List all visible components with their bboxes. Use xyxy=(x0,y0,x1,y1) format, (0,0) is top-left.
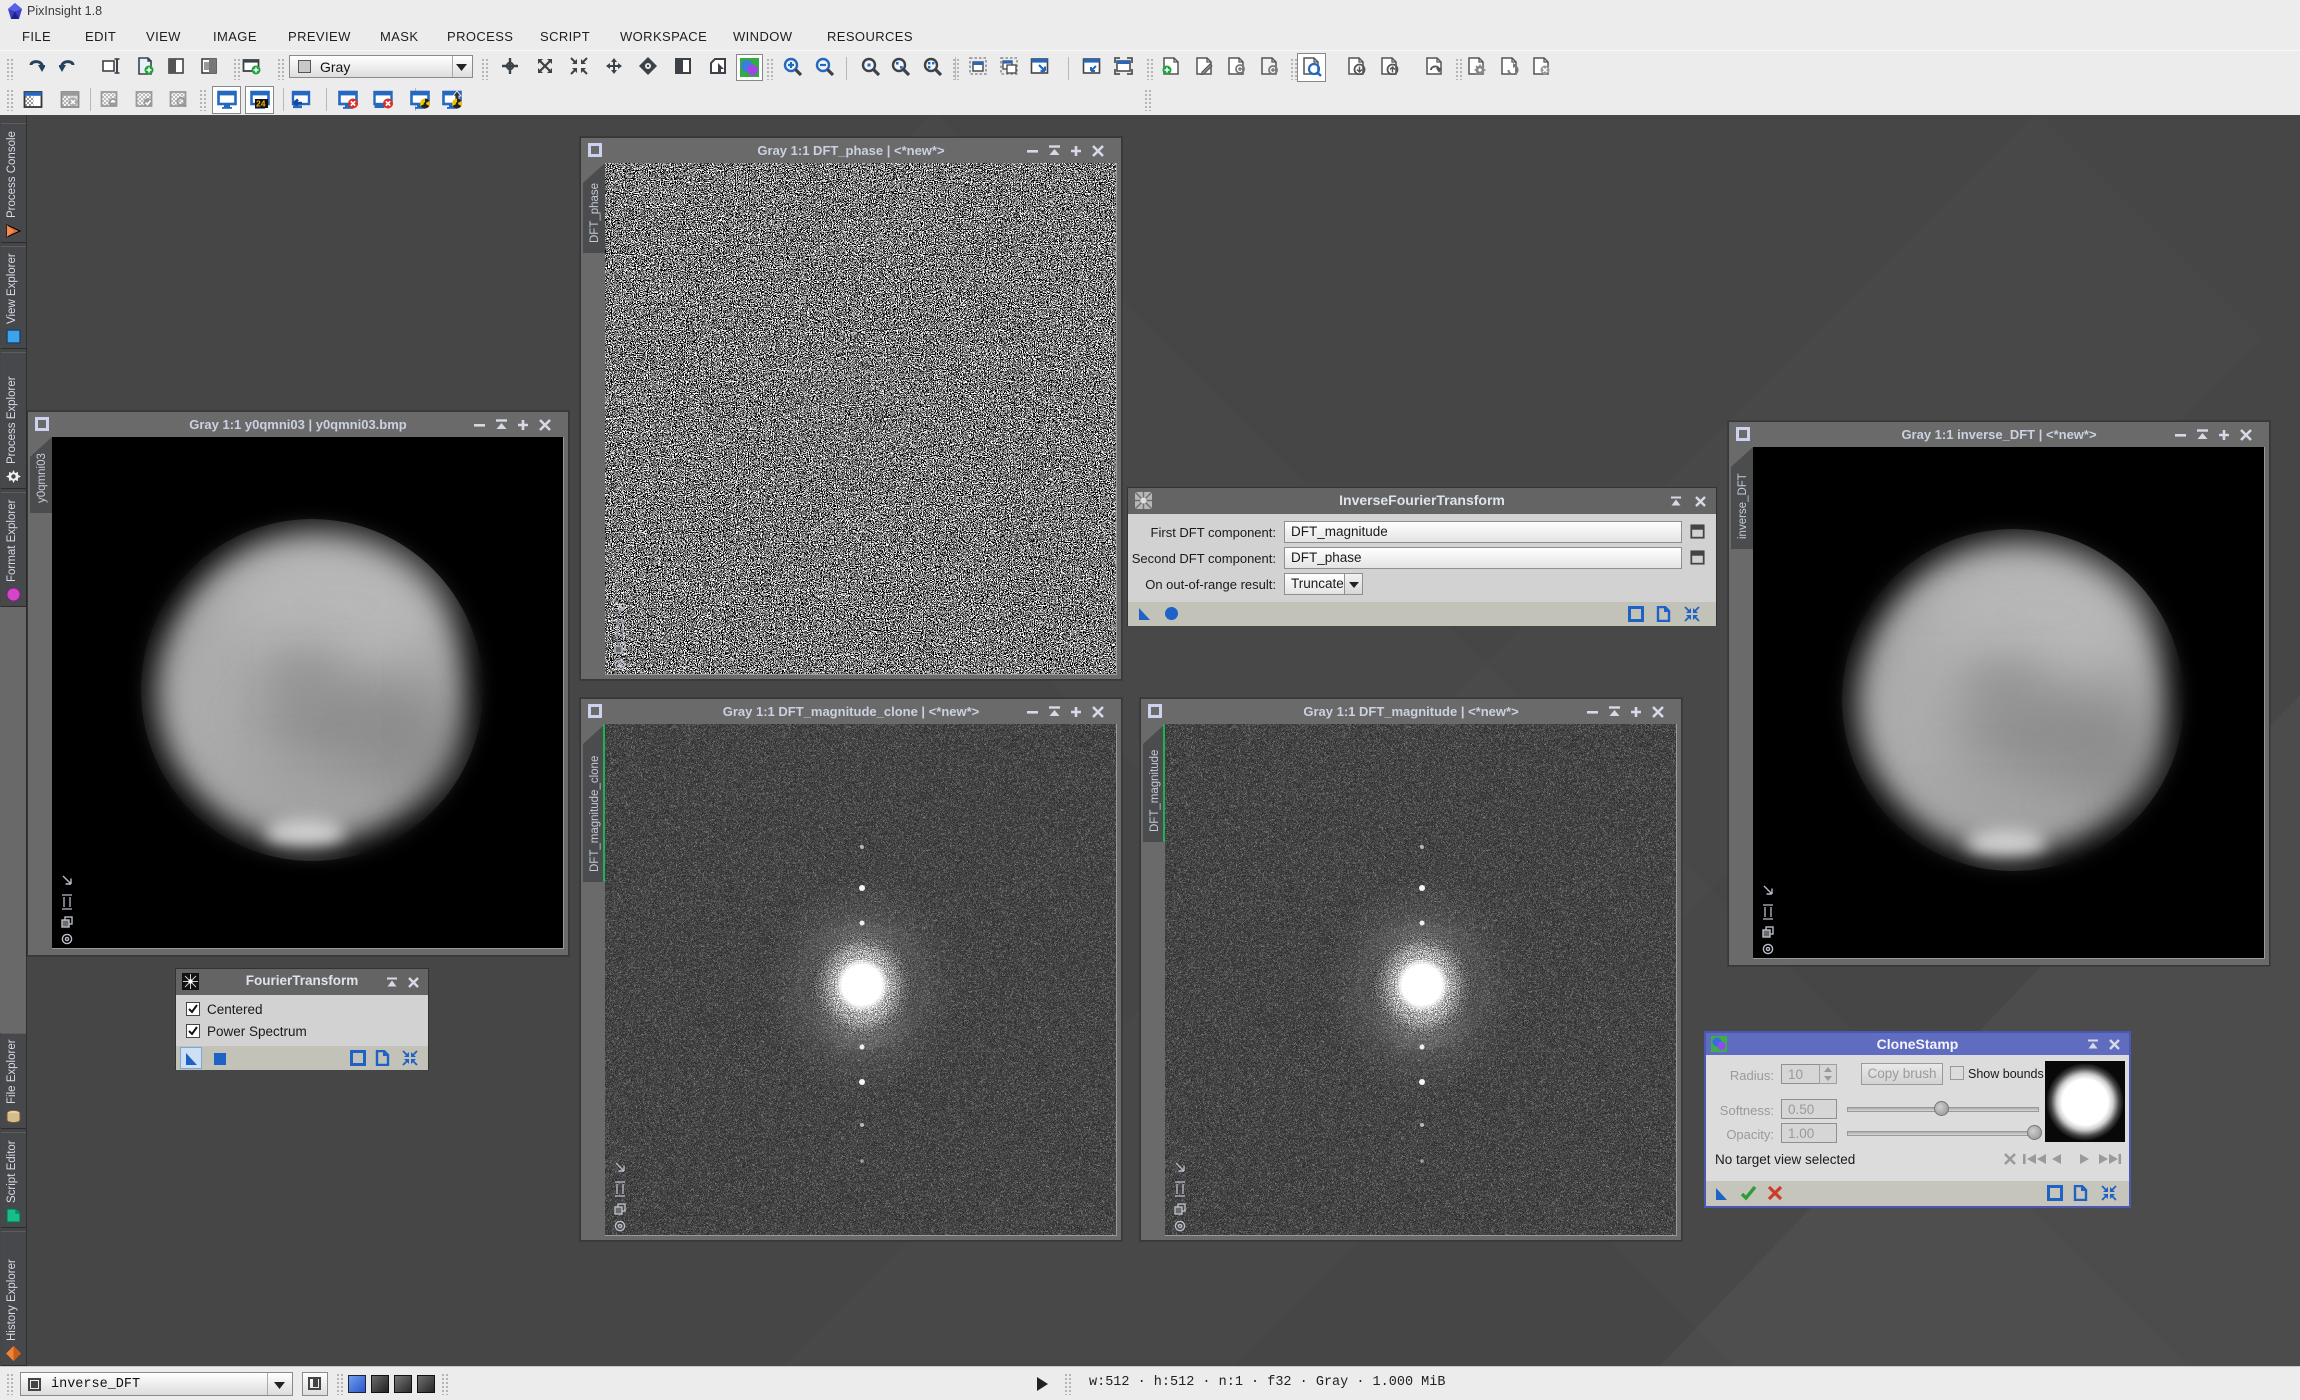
svg-text:24: 24 xyxy=(256,99,266,109)
